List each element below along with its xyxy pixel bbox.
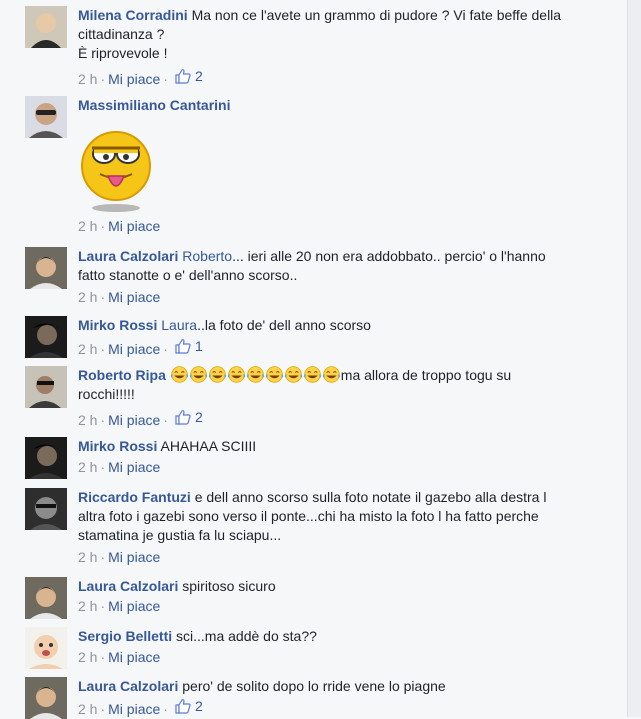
mention-link[interactable]: Laura <box>161 317 197 333</box>
comment-text: cittadinanza ? <box>78 26 165 42</box>
comment-text: ... ieri alle 20 non era addobbato.. per… <box>232 248 546 264</box>
comment-author[interactable]: Laura Calzolari <box>78 248 178 264</box>
like-count[interactable]: 2 <box>175 698 203 714</box>
comment-author[interactable]: Laura Calzolari <box>78 578 178 594</box>
laughing-emoji-icon <box>208 366 226 383</box>
like-link[interactable]: Mi piace <box>108 459 160 475</box>
comment-author[interactable]: Riccardo Fantuzi <box>78 489 191 505</box>
comment-thread: Milena Corradini Ma non ce l'avete un gr… <box>0 0 628 719</box>
like-count[interactable]: 1 <box>175 338 203 354</box>
comment-time[interactable]: 2 h <box>78 71 97 87</box>
laughing-emoji-icon <box>246 366 264 383</box>
avatar[interactable] <box>25 677 67 719</box>
comment-body: Sergio Belletti sci...ma addè do sta?? <box>78 627 608 646</box>
like-link[interactable]: Mi piace <box>108 549 160 565</box>
comment-author[interactable]: Mirko Rossi <box>78 317 157 333</box>
comment-text: rocchi!!!!! <box>78 386 135 402</box>
comment-body: Mirko Rossi AHAHAA SCIIII <box>78 437 608 456</box>
like-link[interactable]: Mi piace <box>108 649 160 665</box>
like-count[interactable]: 2 <box>175 68 203 84</box>
comment-time[interactable]: 2 h <box>78 459 97 475</box>
comment-author[interactable]: Mirko Rossi <box>78 438 157 454</box>
comment-meta: 2 h · Mi piace · 2 <box>78 68 203 87</box>
avatar[interactable] <box>25 488 67 530</box>
comment-text: È riprovevole ! <box>78 45 168 61</box>
comment-meta: 2 h · Mi piace <box>78 549 161 565</box>
comment-text: AHAHAA SCIIII <box>160 438 257 454</box>
sticker-image <box>78 126 154 214</box>
comment-author[interactable]: Laura Calzolari <box>78 678 178 694</box>
comment-time[interactable]: 2 h <box>78 412 97 428</box>
comment-body: Laura Calzolari Roberto... ieri alle 20 … <box>78 247 608 285</box>
comment-text: pero' de solito dopo lo rride vene lo pi… <box>182 678 446 694</box>
mention-link[interactable]: Roberto <box>182 248 232 264</box>
laughing-emoji-icon <box>303 366 321 383</box>
laughing-emoji-icon <box>189 366 207 383</box>
comment-body: Laura Calzolari pero' de solito dopo lo … <box>78 677 608 696</box>
comment-time[interactable]: 2 h <box>78 218 97 234</box>
comment-body: Roberto Ripa ma allora de troppo togu su… <box>78 366 608 404</box>
laughing-emoji-icon <box>170 366 188 383</box>
like-link[interactable]: Mi piace <box>108 598 160 614</box>
avatar[interactable] <box>25 366 67 408</box>
comment-meta: 2 h · Mi piace · 2 <box>78 698 203 717</box>
comment-time[interactable]: 2 h <box>78 289 97 305</box>
emoji-row <box>170 366 341 383</box>
like-link[interactable]: Mi piace <box>108 218 160 234</box>
like-link[interactable]: Mi piace <box>108 412 160 428</box>
comment-text: ma allora de troppo togu su <box>340 367 512 383</box>
comment-time[interactable]: 2 h <box>78 341 97 357</box>
thumbs-up-icon <box>175 339 191 354</box>
comment-meta: 2 h · Mi piace <box>78 459 161 475</box>
comment-body: Laura Calzolari spiritoso sicuro <box>78 577 608 596</box>
comment-text: stamatina je gustia fa lu sciapu... <box>78 527 282 543</box>
laughing-emoji-icon <box>322 366 340 383</box>
comment-author[interactable]: Roberto Ripa <box>78 367 166 383</box>
avatar[interactable] <box>25 627 67 669</box>
comment-text: e dell anno scorso sulla foto notate il … <box>194 489 547 505</box>
thumbs-up-icon <box>175 699 191 714</box>
comment-author[interactable]: Massimiliano Cantarini <box>78 97 230 113</box>
comment-time[interactable]: 2 h <box>78 701 97 717</box>
comment-meta: 2 h · Mi piace <box>78 649 161 665</box>
laughing-emoji-icon <box>227 366 245 383</box>
comment-text: Ma non ce l'avete un grammo di pudore ? … <box>191 7 562 23</box>
comment-meta: 2 h · Mi piace · 1 <box>78 338 203 357</box>
avatar[interactable] <box>25 247 67 289</box>
comment-time[interactable]: 2 h <box>78 598 97 614</box>
scrollbar[interactable] <box>628 0 641 717</box>
comment-body: Massimiliano Cantarini <box>78 96 608 115</box>
laughing-emoji-icon <box>284 366 302 383</box>
comment-time[interactable]: 2 h <box>78 549 97 565</box>
avatar[interactable] <box>25 6 67 48</box>
comment-time[interactable]: 2 h <box>78 649 97 665</box>
like-count[interactable]: 2 <box>175 409 203 425</box>
like-link[interactable]: Mi piace <box>108 289 160 305</box>
comment-text: sci...ma addè do sta?? <box>176 628 317 644</box>
comment-meta: 2 h · Mi piace · 2 <box>78 409 203 428</box>
comment-body: Mirko Rossi Laura..la foto de' dell anno… <box>78 316 608 335</box>
like-link[interactable]: Mi piace <box>108 701 160 717</box>
comment-body: Milena Corradini Ma non ce l'avete un gr… <box>78 6 608 63</box>
avatar[interactable] <box>25 577 67 619</box>
comment-author[interactable]: Milena Corradini <box>78 7 188 23</box>
avatar[interactable] <box>25 96 67 138</box>
avatar[interactable] <box>25 437 67 479</box>
comment-meta: 2 h · Mi piace <box>78 598 161 614</box>
comment-meta: 2 h · Mi piace <box>78 289 161 305</box>
thumbs-up-icon <box>175 69 191 84</box>
like-link[interactable]: Mi piace <box>108 71 160 87</box>
comment-text: ..la foto de' dell anno scorso <box>197 317 371 333</box>
comment-text: spiritoso sicuro <box>182 578 276 594</box>
thumbs-up-icon <box>175 410 191 425</box>
comment-text: fatto stanotte o e' dell'anno scorso.. <box>78 267 298 283</box>
avatar[interactable] <box>25 316 67 358</box>
comment-author[interactable]: Sergio Belletti <box>78 628 172 644</box>
laughing-emoji-icon <box>265 366 283 383</box>
comment-text: altra foto i gazebi sono verso il ponte.… <box>78 508 539 524</box>
like-link[interactable]: Mi piace <box>108 341 160 357</box>
comment-body: Riccardo Fantuzi e dell anno scorso sull… <box>78 488 608 545</box>
comment-meta: 2 h · Mi piace <box>78 218 161 234</box>
